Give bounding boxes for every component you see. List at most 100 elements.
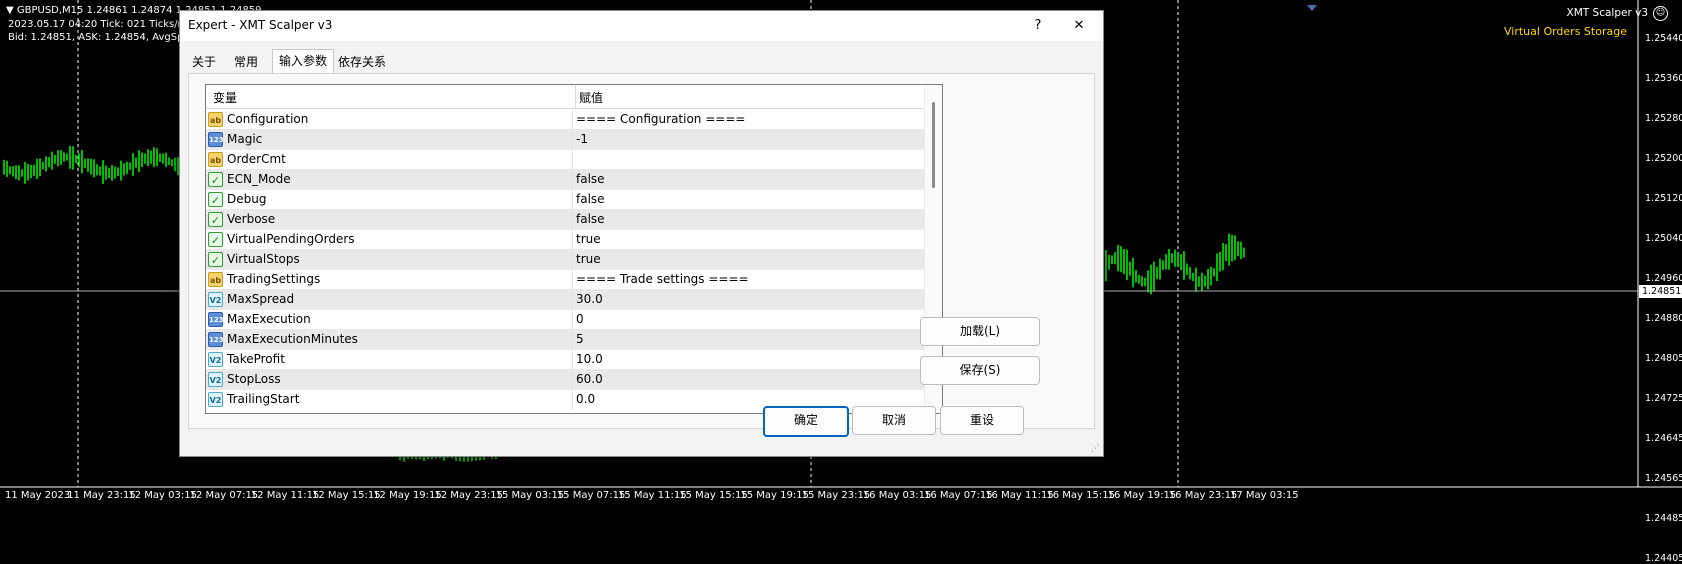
header-divider[interactable] (575, 85, 576, 108)
variable-name-cell: MaxExecutionMinutes (227, 332, 358, 346)
time-tick-label: 15 May 19:15 (740, 490, 809, 501)
cell-divider (572, 329, 573, 350)
cell-divider (572, 289, 573, 310)
time-tick-label: 11 May 23:15 (67, 490, 136, 501)
save-button[interactable]: 保存(S) (920, 356, 1040, 385)
boolean-type-icon: ✓ (208, 192, 223, 207)
expert-name-label: XMT Scalper v3 (1566, 7, 1648, 19)
table-row[interactable]: V2 TakeProfit 10.0 (206, 349, 924, 370)
variable-name-cell: Debug (227, 192, 267, 206)
variable-name-cell: VirtualStops (227, 252, 300, 266)
variable-value-cell[interactable]: 0.0 (576, 392, 595, 406)
table-row[interactable]: ab Configuration ==== Configuration ==== (206, 109, 924, 130)
time-tick-label: 12 May 03:15 (128, 490, 197, 501)
variable-name-cell: OrderCmt (227, 152, 286, 166)
current-price-label: 1.24851 (1639, 285, 1682, 298)
variable-name-cell: MaxExecution (227, 312, 311, 326)
time-tick-label: 12 May 07:15 (189, 490, 259, 501)
variable-value-cell[interactable]: ==== Trade settings ==== (576, 272, 749, 286)
time-tick-label: 15 May 03:15 (495, 490, 565, 501)
variable-value-cell[interactable]: false (576, 172, 605, 186)
variable-value-cell[interactable]: 5 (576, 332, 584, 346)
integer-type-icon: 123 (208, 332, 224, 347)
table-row[interactable]: 123 Magic -1 (206, 129, 924, 150)
table-row[interactable]: ab TradingSettings ==== Trade settings ===… (206, 269, 924, 290)
table-row[interactable]: ✓ Verbose false (206, 209, 924, 230)
tab-inputs[interactable]: 输入参数 (272, 49, 334, 75)
variable-name-cell: VirtualPendingOrders (227, 232, 355, 246)
variable-value-cell[interactable]: 30.0 (576, 292, 603, 306)
cancel-button[interactable]: 取消 (852, 406, 936, 435)
cell-divider (572, 349, 573, 370)
double-type-icon: V2 (208, 292, 223, 307)
variable-name-cell: ECN_Mode (227, 172, 291, 186)
cell-divider (572, 149, 573, 170)
reset-button[interactable]: 重设 (940, 406, 1024, 435)
variable-name-cell: Magic (227, 132, 263, 146)
expert-properties-dialog: Expert - XMT Scalper v3 ? ✕ 关于 常用 输入参数 依… (179, 10, 1104, 457)
variable-value-cell[interactable]: false (576, 212, 605, 226)
cell-divider (572, 189, 573, 210)
cell-divider (572, 129, 573, 150)
tab-about[interactable]: 关于 (188, 51, 220, 73)
cell-divider (572, 109, 573, 130)
cell-divider (572, 169, 573, 190)
cell-divider (572, 269, 573, 290)
variable-value-cell[interactable]: 0 (576, 312, 584, 326)
variable-name-cell: MaxSpread (227, 292, 295, 306)
variable-value-cell[interactable]: false (576, 192, 605, 206)
help-icon[interactable]: ? (1027, 16, 1049, 36)
tab-dependencies[interactable]: 依存关系 (334, 51, 390, 73)
load-button[interactable]: 加载(L) (920, 317, 1040, 346)
dialog-title: Expert - XMT Scalper v3 (188, 18, 333, 32)
table-row[interactable]: V2 MaxSpread 30.0 (206, 289, 924, 310)
variable-name-cell: StopLoss (227, 372, 281, 386)
tick-info: 2023.05.17 04:20 Tick: 021 Ticks/min:0 (8, 19, 207, 30)
shift-marker-icon[interactable] (1307, 5, 1317, 11)
table-row[interactable]: ✓ VirtualPendingOrders true (206, 229, 924, 250)
price-tick-label: 1.24805 (1645, 353, 1682, 364)
table-row[interactable]: 123 MaxExecution 0 (206, 309, 924, 330)
table-row[interactable]: ✓ Debug false (206, 189, 924, 210)
variable-value-cell[interactable]: true (576, 232, 601, 246)
dialog-title-bar[interactable]: Expert - XMT Scalper v3 ? ✕ (180, 11, 1103, 41)
scrollbar-thumb[interactable] (932, 102, 935, 188)
time-tick-label: 16 May 03:15 (862, 490, 932, 501)
price-tick-label: 1.25040 (1645, 233, 1682, 244)
expert-smiley-icon[interactable]: ☺ (1653, 6, 1668, 21)
time-tick-label: 12 May 23:15 (434, 490, 503, 501)
table-row[interactable]: V2 StopLoss 60.0 (206, 369, 924, 390)
double-type-icon: V2 (208, 352, 223, 367)
variable-value-cell[interactable]: ==== Configuration ==== (576, 112, 745, 126)
variable-value-cell[interactable]: 10.0 (576, 352, 603, 366)
variable-name-cell: TrailingStart (227, 392, 300, 406)
tab-common[interactable]: 常用 (226, 51, 266, 73)
table-row[interactable]: ✓ VirtualStops true (206, 249, 924, 270)
string-type-icon: ab (208, 152, 223, 167)
variable-value-cell[interactable]: 60.0 (576, 372, 603, 386)
price-tick-label: 1.24725 (1645, 393, 1682, 404)
column-header-value[interactable]: 赋值 (579, 89, 603, 106)
ok-button[interactable]: 确定 (763, 406, 849, 437)
variable-value-cell[interactable]: true (576, 252, 601, 266)
variable-value-cell[interactable]: -1 (576, 132, 588, 146)
time-tick-label: 12 May 15:15 (312, 490, 381, 501)
table-row[interactable]: ab OrderCmt (206, 149, 924, 170)
price-tick-label: 1.24565 (1645, 473, 1682, 484)
time-tick-label: 15 May 23:15 (801, 490, 871, 501)
table-row[interactable]: ✓ ECN_Mode false (206, 169, 924, 190)
inputs-panel: 变量 赋值 ab Configuration ==== Configuration … (188, 73, 1095, 429)
close-icon[interactable]: ✕ (1068, 16, 1090, 36)
table-header: 变量 赋值 (206, 85, 942, 109)
price-tick-label: 1.25360 (1645, 73, 1682, 84)
table-row[interactable]: 123 MaxExecutionMinutes 5 (206, 329, 924, 350)
inputs-table: 变量 赋值 ab Configuration ==== Configuration … (205, 84, 943, 414)
variable-name-cell: Configuration (227, 112, 309, 126)
cell-divider (572, 229, 573, 250)
price-tick-label: 1.25200 (1645, 153, 1682, 164)
price-tick-label: 1.24485 (1645, 513, 1682, 524)
resize-grip-icon[interactable]: ⋰ (1091, 444, 1101, 454)
column-header-variable[interactable]: 变量 (213, 89, 237, 106)
price-tick-label: 1.24960 (1645, 273, 1682, 284)
cell-divider (572, 309, 573, 330)
